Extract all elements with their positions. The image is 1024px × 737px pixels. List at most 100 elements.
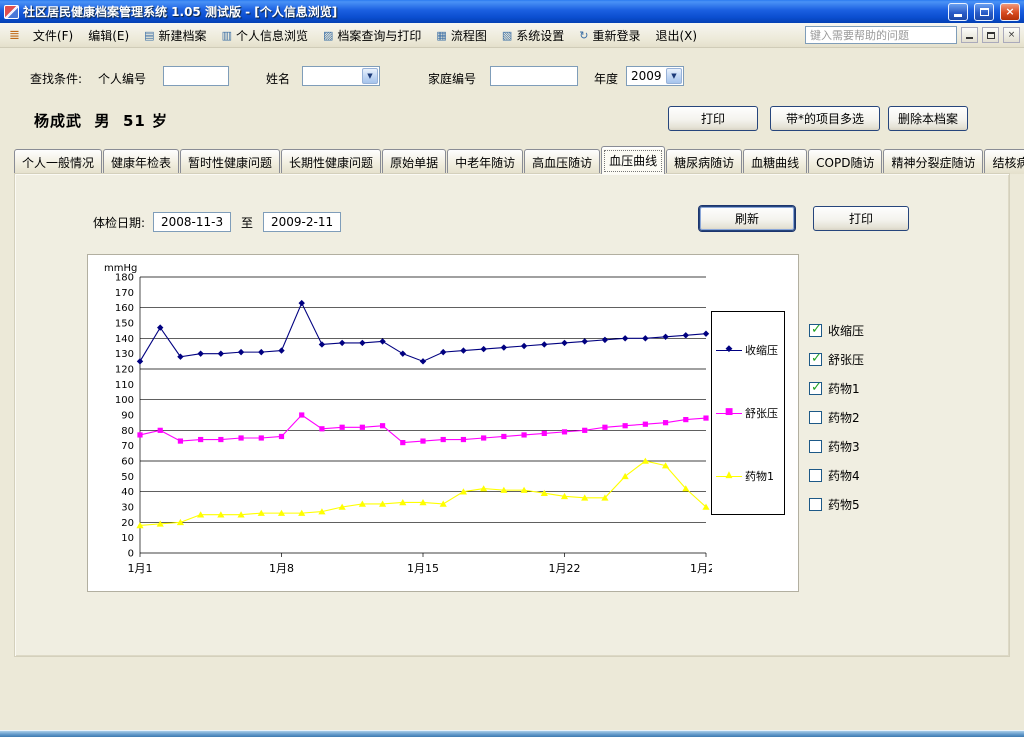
person-info-icon: ▥ [222,29,232,42]
tab-copd-followup[interactable]: COPD随访 [808,149,882,174]
name-select[interactable]: ▼ [302,66,380,86]
tab-temporary-health-issue[interactable]: 暂时性健康问题 [180,149,280,174]
menubar: ≣ 文件(F) 编辑(E) ▤新建档案 ▥个人信息浏览 ▨档案查询与打印 ▦流程… [0,23,1024,48]
menu-item-system-settings[interactable]: ▧系统设置 [495,24,571,47]
svg-text:50: 50 [121,472,134,483]
checkbox-box[interactable] [809,440,822,453]
titlebar: 社区居民健康档案管理系统 1.05 测试版 - [个人信息浏览] × [0,0,1024,23]
chart-legend: ◆ 收缩压 ■ 舒张压 ▲ 药物1 [711,311,785,515]
mdi-minimize-button[interactable] [961,27,978,43]
tab-annual-exam[interactable]: 健康年检表 [103,149,179,174]
checkbox-systolic[interactable]: 收缩压 [809,322,864,339]
svg-text:150: 150 [115,319,134,330]
menu-item-new-record[interactable]: ▤新建档案 [137,24,213,47]
menu-item-flowchart[interactable]: ▦流程图 [429,24,493,47]
svg-text:30: 30 [121,503,134,514]
drug1-marker-icon: ▲ [716,471,742,481]
checkbox-box[interactable] [809,469,822,482]
checkbox-box[interactable] [809,382,822,395]
mdi-restore-icon [987,32,995,39]
checkbox-drug4[interactable]: 药物4 [809,467,864,484]
mdi-restore-button[interactable] [982,27,999,43]
checkbox-drug1[interactable]: 药物1 [809,380,864,397]
help-search-box [805,26,957,44]
checkbox-box[interactable] [809,353,822,366]
systolic-marker-icon: ◆ [716,345,742,355]
delete-record-button[interactable]: 删除本档案 [888,106,968,131]
year-select[interactable]: 2009 ▼ [626,66,684,86]
svg-text:0: 0 [128,549,134,560]
svg-text:160: 160 [115,303,134,314]
svg-text:mmHg: mmHg [104,263,137,274]
svg-text:90: 90 [121,411,134,422]
svg-text:60: 60 [121,457,134,468]
person-age: 51 [123,112,146,130]
menu-item-archive-query-print[interactable]: ▨档案查询与打印 [316,24,428,47]
name-label: 姓名 [266,70,290,87]
person-summary: 杨成武 男 51 岁 [34,110,168,131]
checkbox-diastolic[interactable]: 舒张压 [809,351,864,368]
date-from-input[interactable] [153,212,231,232]
series-toggle-panel: 收缩压 舒张压 药物1 药物2 药物3 药物4 药物5 [809,322,864,513]
menu-item-personal-info-browse[interactable]: ▥个人信息浏览 [215,24,315,47]
close-button[interactable]: × [1000,3,1020,21]
date-to-input[interactable] [263,212,341,232]
svg-text:180: 180 [115,273,134,284]
print-button[interactable]: 打印 [668,106,758,131]
chevron-down-icon[interactable]: ▼ [362,68,378,84]
checkbox-box[interactable] [809,411,822,424]
svg-text:1月1: 1月1 [128,562,153,575]
bp-curve-panel: 体检日期: 至 刷新 打印 01020304050607080901001101… [14,173,1010,657]
tab-strip: 个人一般情况 健康年检表 暂时性健康问题 长期性健康问题 原始单据 中老年随访 … [14,146,1010,174]
svg-text:120: 120 [115,365,134,376]
person-age-suffix: 岁 [152,112,168,130]
menu-item-edit[interactable]: 编辑(E) [81,24,136,47]
personal-id-label: 个人编号 [98,70,146,87]
personal-id-input[interactable] [163,66,229,86]
svg-text:170: 170 [115,288,134,299]
tab-longterm-health-issue[interactable]: 长期性健康问题 [281,149,381,174]
person-name: 杨成武 [34,112,82,130]
window-title: 社区居民健康档案管理系统 1.05 测试版 - [个人信息浏览] [23,3,942,20]
mdi-close-button[interactable]: × [1003,27,1020,43]
bp-chart-area: 0102030405060708090100110120130140150160… [87,254,799,592]
svg-text:1月29: 1月29 [690,562,712,575]
tab-hypertension-followup[interactable]: 高血压随访 [524,149,600,174]
svg-text:110: 110 [115,380,134,391]
bottom-edge-strip [0,730,1024,737]
checkbox-box[interactable] [809,498,822,511]
svg-text:40: 40 [121,487,134,498]
tab-glucose-curve[interactable]: 血糖曲线 [743,149,807,174]
tab-bp-curve[interactable]: 血压曲线 [601,146,665,174]
exam-date-row: 体检日期: 至 [93,212,351,232]
tab-personal-general[interactable]: 个人一般情况 [14,149,102,174]
legend-item-systolic: ◆ 收缩压 [716,342,780,358]
panel-print-button[interactable]: 打印 [813,206,909,231]
minimize-button[interactable] [948,3,968,21]
maximize-button[interactable] [974,3,994,21]
tab-tuberculosis-followup[interactable]: 结核病随访 [984,149,1024,174]
chevron-down-icon[interactable]: ▼ [666,68,682,84]
checkbox-drug3[interactable]: 药物3 [809,438,864,455]
family-id-input[interactable] [490,66,578,86]
multi-select-button[interactable]: 带*的项目多选 [770,106,880,131]
checkbox-drug2[interactable]: 药物2 [809,409,864,426]
legend-item-diastolic: ■ 舒张压 [716,405,780,421]
refresh-button[interactable]: 刷新 [699,206,795,231]
mdi-close-icon: × [1008,30,1016,40]
tab-schizophrenia-followup[interactable]: 精神分裂症随访 [883,149,983,174]
diastolic-marker-icon: ■ [716,408,742,418]
tab-original-receipts[interactable]: 原始单据 [382,149,446,174]
checkbox-box[interactable] [809,324,822,337]
menu-item-relogin[interactable]: ↻重新登录 [572,24,647,47]
tab-middle-aged-followup[interactable]: 中老年随访 [447,149,523,174]
tab-diabetes-followup[interactable]: 糖尿病随访 [666,149,742,174]
checkbox-drug5[interactable]: 药物5 [809,496,864,513]
svg-text:70: 70 [121,441,134,452]
help-search-input[interactable] [806,27,956,43]
menu-item-exit[interactable]: 退出(X) [648,24,704,47]
svg-text:1月8: 1月8 [269,562,294,575]
svg-text:80: 80 [121,426,134,437]
menu-item-file[interactable]: 文件(F) [26,24,80,47]
person-header-row: 杨成武 男 51 岁 打印 带*的项目多选 删除本档案 [0,106,1024,134]
